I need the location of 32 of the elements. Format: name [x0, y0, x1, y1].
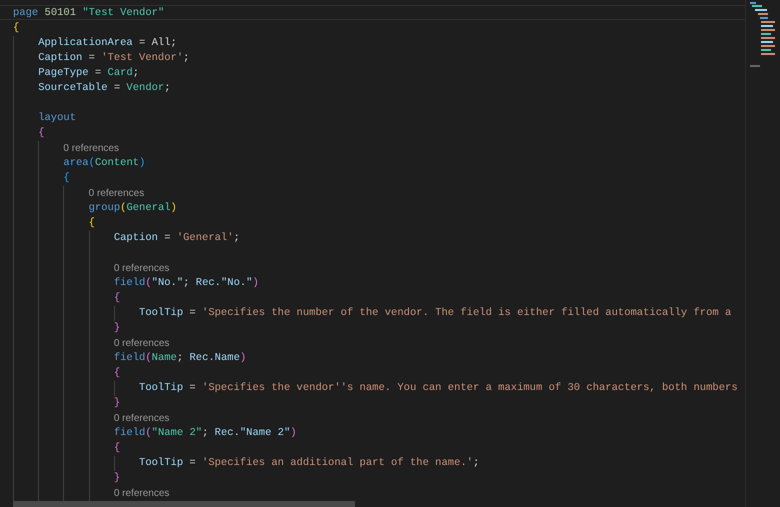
code-line: field(Name; Rec.Name) [114, 352, 246, 364]
code-line: { [114, 442, 120, 454]
code-line: area(Content) [63, 157, 146, 169]
code-lens[interactable]: 0 references [114, 413, 170, 424]
code-lens[interactable]: 0 references [114, 488, 170, 499]
code-line: layout [38, 112, 76, 124]
code-line: page 50101 "Test Vendor" [13, 7, 164, 19]
code-lens[interactable]: 0 references [63, 143, 119, 154]
code-line: { [13, 22, 20, 34]
code-lens[interactable]: 0 references [114, 263, 170, 274]
code-line: field("Name 2"; Rec."Name 2") [114, 427, 297, 439]
code-line: PageType = Card; [38, 67, 140, 79]
code-line: group(General) [88, 202, 177, 214]
code-line: { [114, 292, 120, 304]
code-line: } [114, 397, 120, 409]
code-line: ToolTip = 'Specifies the vendor''s name. You can enter a maximum of 30 characters, both numbers [139, 382, 738, 394]
code-line: ApplicationArea = All; [38, 37, 177, 49]
code-lens[interactable]: 0 references [114, 338, 170, 349]
code-line: field("No."; Rec."No.") [114, 277, 259, 289]
code-line: { [88, 217, 95, 229]
code-line: } [114, 472, 120, 484]
code-line: { [114, 367, 120, 379]
code-line: ToolTip = 'Specifies the number of the vendor. The field is either filled automatically from a [139, 307, 732, 319]
code-line: Caption = 'Test Vendor'; [38, 52, 190, 64]
code-line: SourceTable = Vendor; [38, 82, 171, 94]
horizontal-scrollbar[interactable] [13, 501, 355, 507]
code-line: ToolTip = 'Specifies an additional part of the name.'; [139, 457, 480, 469]
code-line: { [38, 127, 45, 139]
code-lens[interactable]: 0 references [88, 188, 144, 199]
code-line: } [114, 322, 120, 334]
code-line: { [63, 172, 70, 184]
code-line: Caption = 'General'; [114, 232, 240, 244]
